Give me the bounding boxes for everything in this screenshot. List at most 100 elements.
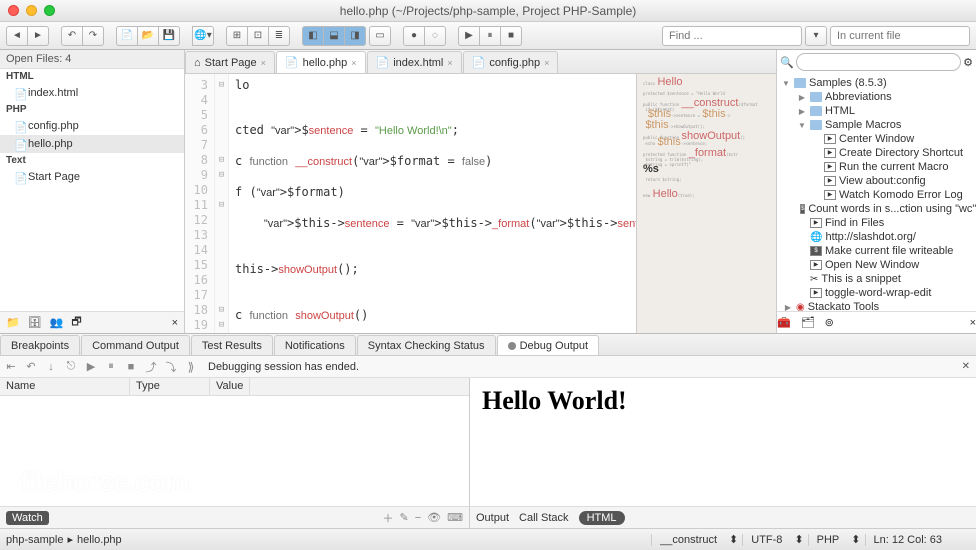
find-dropdown[interactable]: ▾ <box>805 26 827 46</box>
stop-button[interactable]: ■ <box>500 26 522 46</box>
watch-edit-icon[interactable]: ✎ <box>399 511 408 524</box>
pause-button[interactable]: ⏸ <box>479 26 501 46</box>
dbg-rewind-icon[interactable]: ⇤ <box>4 360 18 373</box>
record-macro-button[interactable]: ● <box>403 26 425 46</box>
toolbox-icon-2[interactable]: 🗂 <box>801 316 815 329</box>
redo-button[interactable]: ↷ <box>82 26 104 46</box>
panel-close-icon[interactable]: × <box>172 317 178 329</box>
dbg-skip-icon[interactable]: ⟫ <box>184 360 198 374</box>
tree-item[interactable]: ✂This is a snippet <box>777 272 976 286</box>
watch-remove-icon[interactable]: − <box>415 512 421 524</box>
editor-tab[interactable]: ⌂Start Page× <box>185 51 275 73</box>
tree-item[interactable]: $Count words in s...ction using "wc" <box>777 202 976 216</box>
file-icon: 📄 <box>14 88 24 98</box>
dbg-stop-icon[interactable]: ■ <box>124 361 138 373</box>
watch-label[interactable]: Watch <box>6 511 49 525</box>
bottom-tab[interactable]: Notifications <box>274 335 356 355</box>
editor-tab[interactable]: 📄hello.php× <box>276 51 366 73</box>
dbg-break-icon[interactable]: ⎋ <box>64 360 78 373</box>
bottom-tab[interactable]: Breakpoints <box>0 335 80 355</box>
tree-label: Count words in s...ction using "wc" <box>808 203 976 215</box>
tool2-button[interactable]: ⊡ <box>247 26 269 46</box>
open-file-item[interactable]: 📄hello.php <box>0 135 184 153</box>
fold-gutter[interactable]: ⊟ ⊟⊟⊟⊟⊟ <box>215 74 229 333</box>
layout-bottom-button[interactable]: ⬓ <box>323 26 345 46</box>
tree-item[interactable]: ▶Center Window <box>777 132 976 146</box>
tree-item[interactable]: ▶Watch Komodo Error Log <box>777 188 976 202</box>
breadcrumb-file[interactable]: hello.php <box>77 534 122 546</box>
dbg-stepout-icon[interactable]: ⤵ <box>164 359 178 375</box>
tree-item[interactable]: ▼Sample Macros <box>777 118 976 132</box>
database-icon[interactable]: 🗄 <box>28 316 42 329</box>
tree-item[interactable]: ▶◉Stackato Tools <box>777 300 976 311</box>
stop-macro-button[interactable]: ◌ <box>424 26 446 46</box>
status-function[interactable]: __construct <box>651 534 725 546</box>
breadcrumb-project[interactable]: php-sample <box>6 534 63 546</box>
debug-panel-close-icon[interactable]: ✕ <box>962 361 970 372</box>
layout-right-button[interactable]: ◨ <box>344 26 366 46</box>
open-folder-button[interactable]: 📂 <box>137 26 159 46</box>
dbg-stepback-icon[interactable]: ↶ <box>24 360 38 373</box>
bottom-tab[interactable]: Debug Output <box>497 335 600 355</box>
tool1-button[interactable]: ⊞ <box>226 26 248 46</box>
status-language[interactable]: PHP <box>808 534 848 546</box>
window-icon[interactable]: 🗗 <box>71 313 81 332</box>
tree-item[interactable]: ▶HTML <box>777 104 976 118</box>
editor-tab[interactable]: 📄index.html× <box>367 51 462 73</box>
people-icon[interactable]: 👥 <box>50 316 64 329</box>
back-button[interactable]: ◄ <box>6 26 28 46</box>
watch-view-icon[interactable]: 👁 <box>427 511 441 524</box>
dbg-stepover-icon[interactable]: ⤴ <box>144 359 158 375</box>
undo-button[interactable]: ↶ <box>61 26 83 46</box>
tree-item[interactable]: ▶Create Directory Shortcut <box>777 146 976 160</box>
output-tab-html[interactable]: HTML <box>579 511 625 525</box>
status-encoding[interactable]: UTF-8 <box>742 534 790 546</box>
tab-close-icon[interactable]: × <box>544 58 549 68</box>
toolbox-icon-3[interactable]: ⊚ <box>825 316 834 329</box>
folder-icon[interactable]: 📁 <box>6 316 20 329</box>
open-file-item[interactable]: 📄Start Page <box>0 168 184 186</box>
new-file-button[interactable]: 📄 <box>116 26 138 46</box>
tree-root[interactable]: ▼Samples (8.5.3) <box>777 76 976 90</box>
tab-close-icon[interactable]: × <box>351 58 356 68</box>
find-scope-input[interactable] <box>830 26 970 46</box>
bottom-tab[interactable]: Syntax Checking Status <box>357 335 496 355</box>
layout-full-button[interactable]: ▭ <box>369 26 391 46</box>
tab-close-icon[interactable]: × <box>447 58 452 68</box>
find-input[interactable] <box>662 26 802 46</box>
toolbox-icon-1[interactable]: 🧰 <box>777 316 791 329</box>
minimap[interactable]: class Helloprotected $sentence = "Hello … <box>636 74 776 333</box>
tree-item[interactable]: ▶toggle-word-wrap-edit <box>777 286 976 300</box>
tree-item[interactable]: 🌐http://slashdot.org/ <box>777 230 976 244</box>
output-tab-callstack[interactable]: Call Stack <box>519 512 569 524</box>
bottom-tab[interactable]: Command Output <box>81 335 190 355</box>
tree-item[interactable]: ▶View about:config <box>777 174 976 188</box>
save-button[interactable]: 💾 <box>158 26 180 46</box>
tree-item[interactable]: ▶Find in Files <box>777 216 976 230</box>
browser-preview-button[interactable]: 🌐▾ <box>192 26 214 46</box>
forward-button[interactable]: ► <box>27 26 49 46</box>
toolbox-gear-icon[interactable]: ⚙ <box>963 56 973 69</box>
tree-item[interactable]: $Make current file writeable <box>777 244 976 258</box>
dbg-pause-icon[interactable]: ⏸ <box>104 360 118 373</box>
layout-left-button[interactable]: ◧ <box>302 26 324 46</box>
tool3-button[interactable]: ≣ <box>268 26 290 46</box>
open-file-item[interactable]: 📄index.html <box>0 84 184 102</box>
toolbox-close-icon[interactable]: × <box>970 317 976 329</box>
toolbox-search-input[interactable] <box>796 53 961 71</box>
open-file-item[interactable]: 📄config.php <box>0 117 184 135</box>
bottom-tab[interactable]: Test Results <box>191 335 273 355</box>
output-tab-output[interactable]: Output <box>476 512 509 524</box>
tab-close-icon[interactable]: × <box>261 58 266 68</box>
tree-item[interactable]: ▶Open New Window <box>777 258 976 272</box>
dbg-stepin-icon[interactable]: ↓ <box>44 361 58 373</box>
dbg-play-icon[interactable]: ▶ <box>84 360 98 373</box>
watch-input-icon[interactable]: ⌨ <box>447 511 463 524</box>
tree-item[interactable]: ▶Run the current Macro <box>777 160 976 174</box>
code-area[interactable]: lo cted "var">$sentence = "Hello World!\… <box>229 74 636 333</box>
editor-tab[interactable]: 📄config.php× <box>463 51 559 73</box>
watch-add-icon[interactable]: ＋ <box>382 510 393 526</box>
tree-item[interactable]: ▶Abbreviations <box>777 90 976 104</box>
play-button[interactable]: ▶ <box>458 26 480 46</box>
tab-label: index.html <box>393 57 443 69</box>
